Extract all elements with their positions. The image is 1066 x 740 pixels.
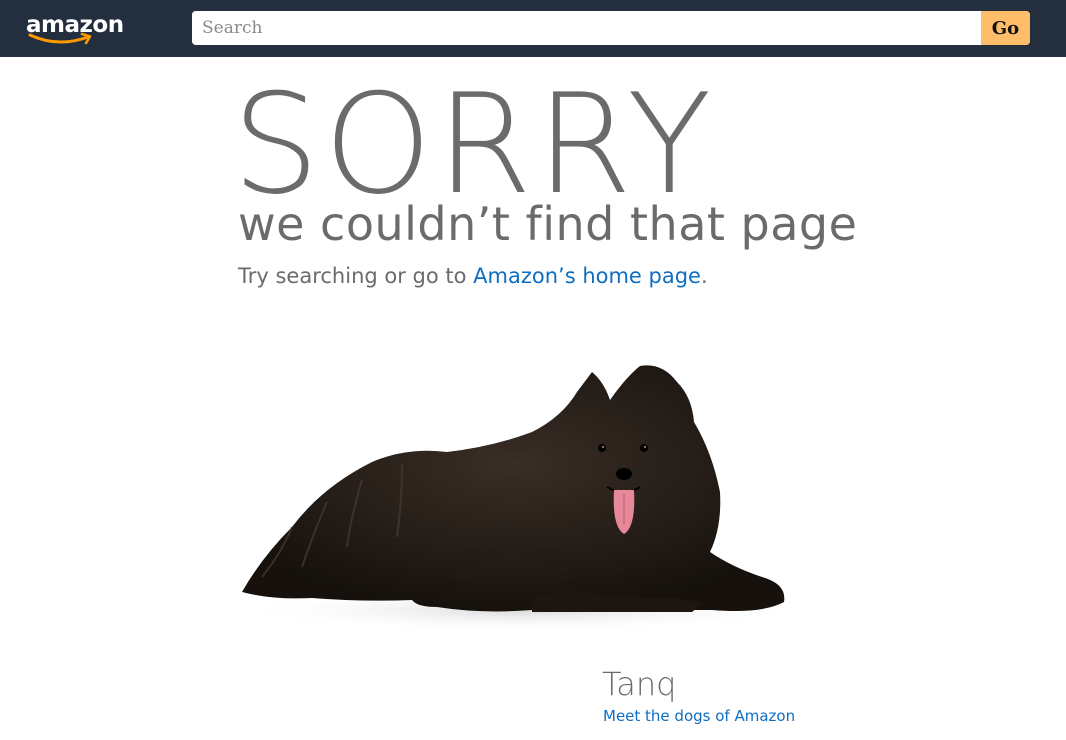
amazon-logo[interactable]: amazon	[26, 10, 126, 46]
home-page-link[interactable]: Amazon’s home page	[473, 264, 701, 288]
try-suffix: .	[700, 264, 708, 288]
meet-the-dogs-link[interactable]: Meet the dogs of Amazon	[603, 704, 795, 728]
dog-name: Tanq	[602, 665, 677, 703]
go-button[interactable]: Go	[981, 11, 1030, 45]
try-searching-text: Try searching or go to Amazon’s home pag…	[238, 262, 708, 290]
search-input[interactable]	[192, 11, 981, 45]
top-navigation-bar: amazon Go	[0, 0, 1066, 57]
amazon-smile-icon	[28, 32, 92, 45]
try-prefix: Try searching or go to	[238, 264, 474, 288]
error-subtitle: we couldn’t find that page	[238, 197, 858, 251]
search-bar: Go	[192, 11, 1030, 45]
error-title: SORRY	[232, 64, 716, 225]
dog-photo	[237, 365, 807, 632]
